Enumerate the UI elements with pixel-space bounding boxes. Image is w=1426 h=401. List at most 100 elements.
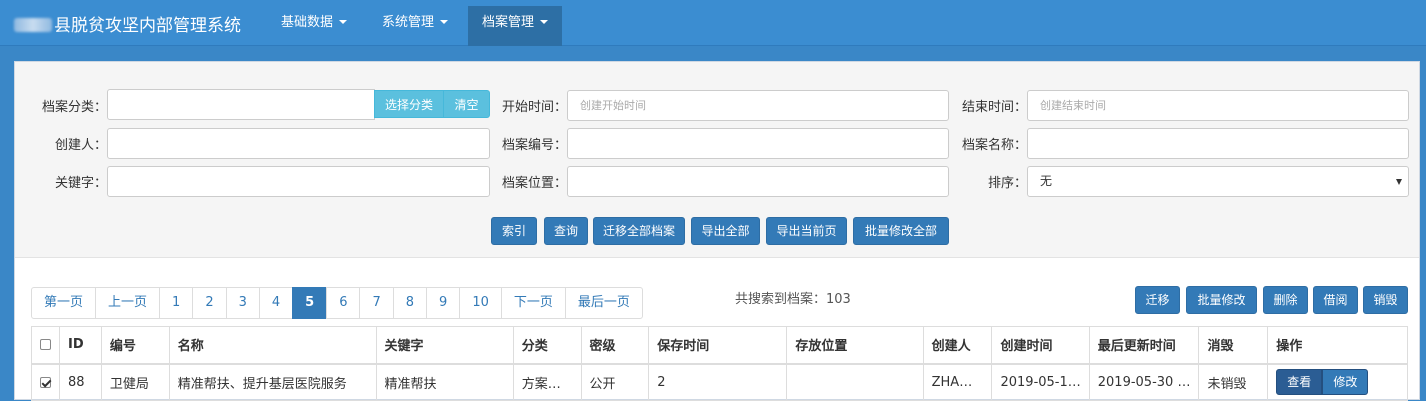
archive-name-label: 档案名称： bbox=[961, 138, 1027, 153]
page-prev[interactable]: 上一页 bbox=[95, 287, 161, 319]
index-button[interactable]: 索引 bbox=[491, 217, 537, 245]
page-1[interactable]: 1 bbox=[159, 287, 194, 319]
row-checkbox[interactable] bbox=[40, 376, 51, 388]
category-label: 档案分类： bbox=[41, 100, 107, 115]
col-id[interactable]: ID bbox=[59, 326, 102, 365]
migrate-all-button[interactable]: 迁移全部档案 bbox=[593, 217, 685, 245]
cell-created: 2019-05-1… bbox=[991, 363, 1090, 401]
col-secret-level[interactable]: 密级 bbox=[580, 326, 650, 365]
col-actions: 操作 bbox=[1267, 326, 1408, 365]
clear-category-button[interactable]: 清空 bbox=[443, 90, 490, 118]
cell-location bbox=[786, 363, 924, 401]
page-2[interactable]: 2 bbox=[192, 287, 227, 319]
page-9[interactable]: 9 bbox=[426, 287, 461, 319]
menu-basic-data[interactable]: 基础数据 bbox=[267, 6, 361, 46]
cell-code: 卫健局 bbox=[100, 363, 170, 401]
end-time-input[interactable]: 创建结束时间 bbox=[1027, 90, 1409, 121]
menu-system-management[interactable]: 系统管理 bbox=[368, 6, 462, 46]
borrow-button[interactable]: 借阅 bbox=[1313, 286, 1358, 314]
location-label: 档案位置： bbox=[501, 176, 567, 191]
sort-label: 排序： bbox=[987, 176, 1027, 191]
dropdown-arrow-icon bbox=[1396, 179, 1402, 185]
query-button[interactable]: 查询 bbox=[544, 217, 588, 245]
page-7[interactable]: 7 bbox=[359, 287, 394, 319]
keyword-input[interactable] bbox=[107, 166, 490, 197]
start-time-label: 开始时间： bbox=[501, 100, 567, 115]
export-current-page-button[interactable]: 导出当前页 bbox=[766, 217, 847, 245]
main-panel: 档案分类： 选择分类 清空 开始时间： 创建开始时间 结束时间： 创建结束时间 … bbox=[14, 61, 1420, 401]
migrate-button[interactable]: 迁移 bbox=[1135, 286, 1180, 314]
caret-down-icon bbox=[440, 20, 449, 24]
cell-secret-level: 公开 bbox=[580, 363, 650, 401]
cell-id: 88 bbox=[59, 363, 102, 401]
brand-title: 县脱贫攻坚内部管理系统 bbox=[54, 16, 241, 36]
archive-name-input[interactable] bbox=[1027, 128, 1409, 159]
edit-button[interactable]: 修改 bbox=[1322, 369, 1369, 396]
caret-down-icon bbox=[339, 20, 348, 24]
sort-select[interactable]: 无 bbox=[1027, 166, 1409, 197]
col-destroy[interactable]: 消毁 bbox=[1198, 326, 1269, 365]
choose-category-button[interactable]: 选择分类 bbox=[374, 90, 444, 118]
col-keep-time[interactable]: 保存时间 bbox=[648, 326, 788, 365]
blurred-county-name bbox=[14, 18, 52, 32]
archive-table: ID 编号 名称 关键字 分类 密级 保存时间 存放位置 创建人 创建时间 最后… bbox=[31, 326, 1408, 401]
select-all-cell bbox=[31, 326, 60, 365]
col-updated[interactable]: 最后更新时间 bbox=[1088, 326, 1200, 365]
select-all-checkbox[interactable] bbox=[40, 339, 51, 351]
row-action-group: 查看 修改 bbox=[1276, 369, 1369, 396]
batch-edit-button[interactable]: 批量修改 bbox=[1186, 286, 1257, 314]
start-time-input[interactable]: 创建开始时间 bbox=[567, 90, 949, 121]
page-4[interactable]: 4 bbox=[258, 287, 294, 319]
pagination: 第一页 上一页 1 2 3 4 5 6 7 8 9 10 下一页 最后一页 bbox=[31, 287, 643, 319]
table-row[interactable]: 88 卫健局 精准帮扶、提升基层医院服务 精准帮扶 方案… 公开 2 ZHA… … bbox=[31, 363, 1408, 401]
page-3[interactable]: 3 bbox=[225, 287, 260, 319]
top-navbar: 县脱贫攻坚内部管理系统 基础数据 系统管理 档案管理 bbox=[0, 0, 1426, 46]
batch-edit-all-button[interactable]: 批量修改全部 bbox=[853, 217, 949, 245]
col-category[interactable]: 分类 bbox=[512, 326, 582, 365]
cell-keyword: 精准帮扶 bbox=[375, 363, 514, 401]
col-name[interactable]: 名称 bbox=[168, 326, 377, 365]
cell-category: 方案… bbox=[512, 363, 582, 401]
end-time-label: 结束时间： bbox=[961, 100, 1027, 115]
cell-creator: ZHA… bbox=[922, 363, 993, 401]
page-10[interactable]: 10 bbox=[459, 287, 502, 319]
page-6[interactable]: 6 bbox=[326, 287, 361, 319]
location-input[interactable] bbox=[567, 166, 949, 197]
menu-label: 档案管理 bbox=[482, 15, 535, 30]
category-input[interactable] bbox=[107, 89, 375, 120]
col-code[interactable]: 编号 bbox=[100, 326, 170, 365]
result-count: 共搜索到档案：103 bbox=[735, 292, 851, 307]
page-8[interactable]: 8 bbox=[392, 287, 428, 319]
cell-actions: 查看 修改 bbox=[1267, 363, 1408, 401]
page-last[interactable]: 最后一页 bbox=[564, 287, 643, 319]
cell-keep-time: 2 bbox=[648, 363, 788, 401]
page-next[interactable]: 下一页 bbox=[500, 287, 566, 319]
page-5-current[interactable]: 5 bbox=[292, 287, 328, 319]
search-filter-panel: 档案分类： 选择分类 清空 开始时间： 创建开始时间 结束时间： 创建结束时间 … bbox=[15, 62, 1419, 258]
cell-destroy: 未销毁 bbox=[1198, 363, 1269, 401]
app-brand[interactable]: 县脱贫攻坚内部管理系统 bbox=[14, 11, 241, 36]
table-header-row: ID 编号 名称 关键字 分类 密级 保存时间 存放位置 创建人 创建时间 最后… bbox=[31, 326, 1408, 365]
creator-label: 创建人： bbox=[54, 138, 107, 153]
col-keyword[interactable]: 关键字 bbox=[375, 326, 514, 365]
menu-label: 基础数据 bbox=[281, 15, 334, 30]
page-first[interactable]: 第一页 bbox=[31, 287, 97, 319]
menu-archive-management[interactable]: 档案管理 bbox=[468, 6, 563, 46]
menu-label: 系统管理 bbox=[382, 15, 435, 30]
col-location[interactable]: 存放位置 bbox=[786, 326, 924, 365]
keyword-label: 关键字： bbox=[54, 176, 107, 191]
col-creator[interactable]: 创建人 bbox=[922, 326, 993, 365]
col-created[interactable]: 创建时间 bbox=[991, 326, 1090, 365]
destroy-button[interactable]: 销毁 bbox=[1363, 286, 1408, 314]
delete-button[interactable]: 删除 bbox=[1263, 286, 1308, 314]
creator-input[interactable] bbox=[107, 128, 490, 159]
cell-name: 精准帮扶、提升基层医院服务 bbox=[168, 363, 377, 401]
export-all-button[interactable]: 导出全部 bbox=[691, 217, 760, 245]
caret-down-icon bbox=[540, 20, 549, 24]
sort-selected-value: 无 bbox=[1040, 174, 1053, 188]
view-button[interactable]: 查看 bbox=[1276, 369, 1323, 396]
cell-updated: 2019-05-30 … bbox=[1088, 363, 1200, 401]
archive-no-label: 档案编号： bbox=[501, 138, 567, 153]
archive-no-input[interactable] bbox=[567, 128, 949, 159]
row-select-cell bbox=[31, 363, 60, 401]
